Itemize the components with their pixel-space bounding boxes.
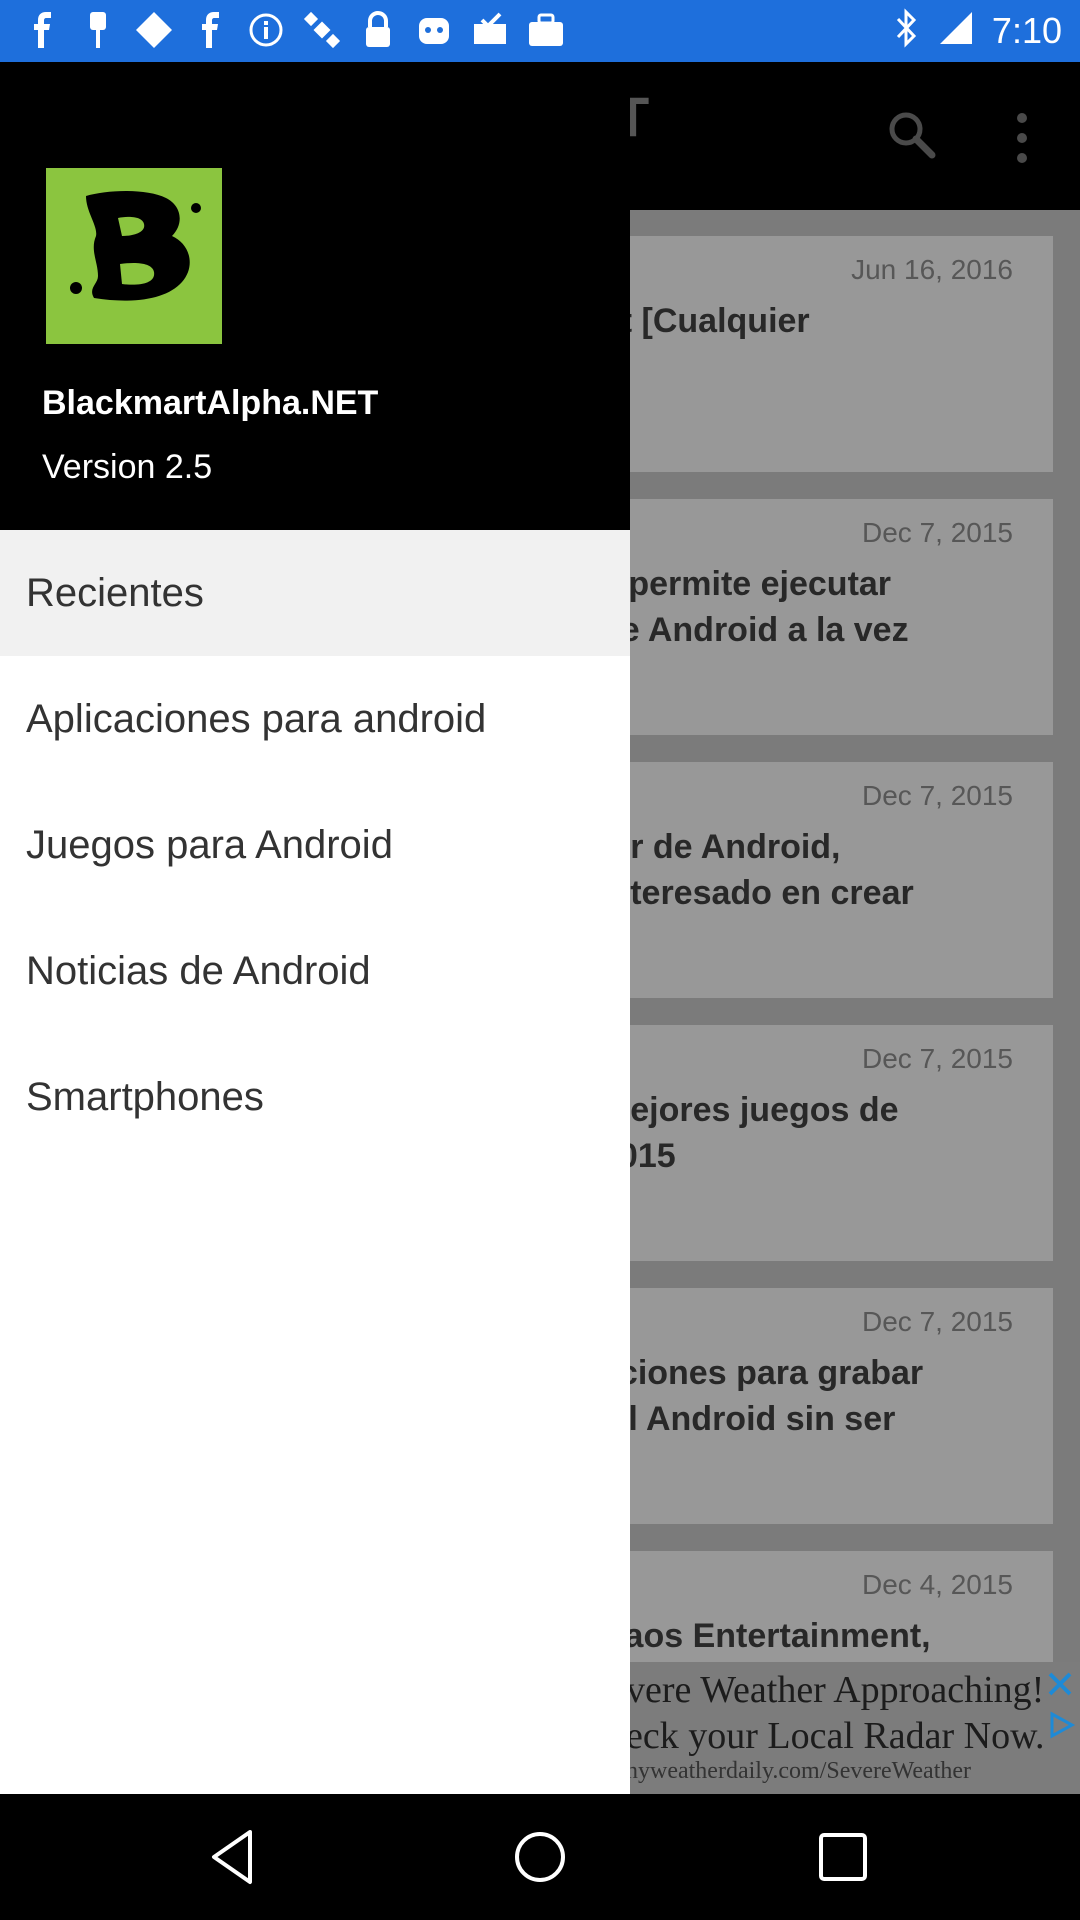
ad-headline: vere Weather Approaching! <box>626 1669 1045 1711</box>
more-vert-icon[interactable] <box>1010 110 1034 166</box>
drawer-header: BlackmartAlpha.NET Version 2.5 <box>0 62 630 530</box>
system-nav-bar <box>0 1794 1080 1920</box>
diamond-icon <box>134 8 174 52</box>
article-title: ot [Cualquier <box>600 302 810 340</box>
info-icon <box>246 8 286 52</box>
article-date: Dec 7, 2015 <box>862 1306 1013 1337</box>
bluetooth-icon <box>894 8 920 53</box>
android-icon <box>414 8 454 52</box>
ad-subline: eck your Local Radar Now. <box>626 1715 1045 1757</box>
ad-url: nyweatherdaily.com/SevereWeather <box>626 1758 972 1784</box>
pin-icon <box>78 8 118 52</box>
drawer-item-juegos[interactable]: Juegos para Android <box>0 782 630 908</box>
app-logo <box>46 168 222 344</box>
facebook-icon <box>22 8 62 52</box>
satellite-icon <box>302 8 342 52</box>
home-icon[interactable] <box>505 1822 575 1892</box>
drawer-item-aplicaciones[interactable]: Aplicaciones para android <box>0 656 630 782</box>
briefcase-icon <box>526 8 566 52</box>
app-version: Version 2.5 <box>42 448 213 486</box>
drawer-menu: Recientes Aplicaciones para android Jueg… <box>0 530 630 1160</box>
status-bar: 7:10 <box>0 0 1080 62</box>
article-title: lor de Android, interesado en crear <box>600 828 914 912</box>
article-date: Dec 7, 2015 <box>862 1043 1013 1074</box>
drawer-item-smartphones[interactable]: Smartphones <box>0 1034 630 1160</box>
article-title: mejores juegos de 2015 <box>600 1091 899 1175</box>
signal-icon <box>938 10 974 51</box>
close-icon[interactable] <box>1046 1670 1074 1698</box>
article-title: e permite ejecutar de Android a la vez <box>600 565 909 649</box>
lock-icon <box>358 8 398 52</box>
article-title: Kaos Entertainment, <box>600 1617 931 1655</box>
article-date: Dec 4, 2015 <box>862 1569 1013 1600</box>
drawer-item-noticias[interactable]: Noticias de Android <box>0 908 630 1034</box>
back-icon[interactable] <box>200 1822 270 1892</box>
app-name: BlackmartAlpha.NET <box>42 384 379 422</box>
mail-check-icon <box>470 8 510 52</box>
notification-icons <box>22 8 566 52</box>
adchoices-icon[interactable] <box>1046 1710 1076 1740</box>
clock: 7:10 <box>991 9 1062 51</box>
article-title: aciones para grabar vil Android sin ser <box>600 1354 924 1438</box>
drawer-item-recientes[interactable]: Recientes <box>0 530 630 656</box>
facebook-icon <box>190 8 230 52</box>
recents-icon[interactable] <box>808 1822 878 1892</box>
search-icon[interactable] <box>885 108 937 160</box>
navigation-drawer: BlackmartAlpha.NET Version 2.5 Recientes… <box>0 62 630 1794</box>
article-date: Dec 7, 2015 <box>862 780 1013 811</box>
article-date: Dec 7, 2015 <box>862 517 1013 548</box>
article-date: Jun 16, 2016 <box>851 254 1013 285</box>
